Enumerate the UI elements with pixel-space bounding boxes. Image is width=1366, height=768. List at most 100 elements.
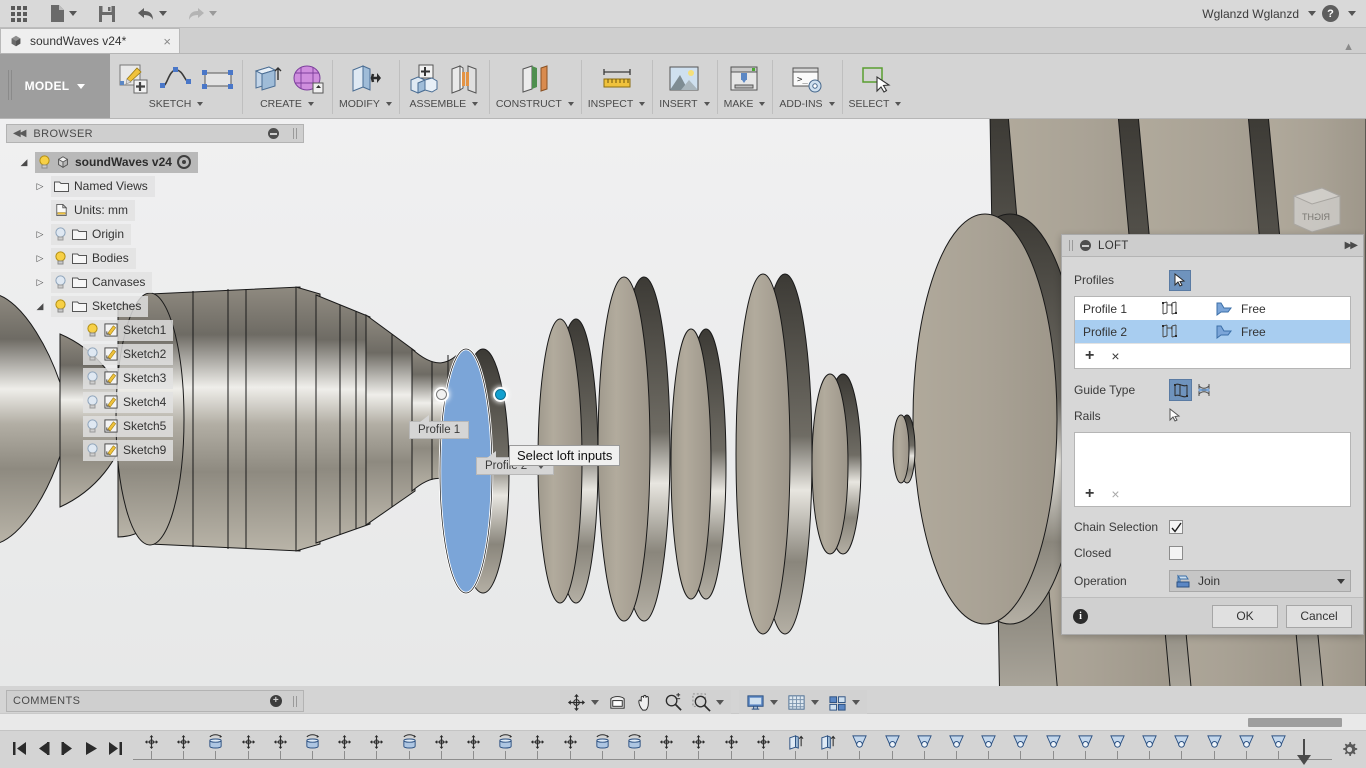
tree-item-sketch1[interactable]: Sketch1 — [6, 318, 304, 342]
tree-item-root[interactable]: ◢ soundWaves v24 — [6, 150, 304, 174]
spline-icon[interactable] — [159, 62, 193, 96]
timeline-feature[interactable] — [1206, 734, 1223, 760]
guide-type-centerline-button[interactable] — [1192, 379, 1215, 401]
lightbulb-off-icon[interactable] — [86, 443, 99, 457]
cancel-button[interactable]: Cancel — [1286, 604, 1352, 628]
closed-checkbox[interactable] — [1169, 546, 1183, 560]
skip-start-button[interactable] — [12, 741, 27, 759]
timeline-feature[interactable] — [658, 734, 675, 760]
profiles-list-row-0[interactable]: Profile 1 Free — [1075, 297, 1350, 320]
ribbon-group-label[interactable]: MAKE — [724, 98, 766, 110]
lightbulb-off-icon[interactable] — [54, 227, 67, 241]
create-form-icon[interactable] — [291, 62, 325, 96]
panel-grip[interactable] — [293, 128, 297, 139]
step-back-button[interactable] — [36, 741, 51, 759]
ribbon-group-label[interactable]: CREATE — [260, 98, 314, 110]
expanded-twisty-icon[interactable]: ◢ — [18, 157, 30, 168]
orbit-button[interactable] — [564, 691, 602, 713]
timeline-feature[interactable] — [787, 734, 804, 760]
play-button[interactable] — [84, 741, 99, 759]
timeline-feature[interactable] — [336, 734, 353, 760]
timeline-feature[interactable] — [1173, 734, 1190, 760]
viewcube[interactable]: RIGHT — [1288, 182, 1346, 240]
timeline-feature[interactable] — [465, 734, 482, 760]
timeline-feature[interactable] — [851, 734, 868, 760]
profiles-select-button[interactable] — [1169, 269, 1191, 291]
measure-icon[interactable] — [600, 62, 634, 96]
timeline-feature[interactable] — [755, 734, 772, 760]
tree-item-bodies[interactable]: ▷ Bodies — [6, 246, 304, 270]
workspace-switcher[interactable]: MODEL — [0, 54, 110, 118]
ribbon-group-label[interactable]: ADD-INS — [779, 98, 835, 110]
timeline-feature[interactable] — [1270, 734, 1287, 760]
tree-item-sketch5[interactable]: Sketch5 — [6, 414, 304, 438]
timeline-feature[interactable] — [690, 734, 707, 760]
chevron-down-icon[interactable] — [852, 699, 860, 705]
rails-list[interactable]: + × — [1074, 432, 1351, 507]
timeline-feature[interactable] — [433, 734, 450, 760]
help-icon[interactable]: ? — [1322, 5, 1339, 22]
new-file-button[interactable] — [38, 0, 88, 28]
timeline-feature[interactable] — [1109, 734, 1126, 760]
display-settings-button[interactable] — [743, 691, 781, 713]
rectangle-icon[interactable] — [201, 62, 235, 96]
create-sketch-icon[interactable] — [117, 62, 151, 96]
timeline-feature[interactable] — [368, 734, 385, 760]
lightbulb-off-icon[interactable] — [86, 347, 99, 361]
timeline-feature[interactable] — [980, 734, 997, 760]
remove-profile-button[interactable]: × — [1111, 349, 1119, 363]
lightbulb-off-icon[interactable] — [86, 395, 99, 409]
lightbulb-off-icon[interactable] — [86, 371, 99, 385]
chain-selection-checkbox[interactable] — [1169, 520, 1183, 534]
new-component-icon[interactable] — [406, 62, 440, 96]
remove-rail-button[interactable]: × — [1111, 487, 1119, 501]
timeline-feature[interactable] — [1077, 734, 1094, 760]
zoom-window-button[interactable] — [689, 691, 727, 713]
timeline-feature[interactable] — [626, 734, 643, 760]
ribbon-group-label[interactable]: ASSEMBLE — [410, 98, 479, 110]
profile-continuity-icon[interactable] — [1185, 302, 1241, 316]
profile-continuity-icon[interactable] — [1185, 325, 1241, 339]
tree-item-origin[interactable]: ▷ Origin — [6, 222, 304, 246]
tree-item-units-mm[interactable]: Units: mm — [6, 198, 304, 222]
timeline-track[interactable] — [133, 731, 1332, 768]
offset-plane-icon[interactable] — [518, 62, 552, 96]
ok-button[interactable]: OK — [1212, 604, 1278, 628]
undo-button[interactable] — [126, 0, 176, 28]
collapsed-twisty-icon[interactable]: ▷ — [34, 253, 46, 264]
redo-button[interactable] — [176, 0, 226, 28]
dialog-grip[interactable] — [1069, 240, 1073, 251]
timeline-feature[interactable] — [240, 734, 257, 760]
collapsed-twisty-icon[interactable]: ▷ — [34, 229, 46, 240]
chevron-down-icon[interactable] — [591, 699, 599, 705]
timeline-feature[interactable] — [272, 734, 289, 760]
tree-item-sketch4[interactable]: Sketch4 — [6, 390, 304, 414]
scripts-addins-icon[interactable]: >_ — [790, 62, 824, 96]
timeline-feature[interactable] — [562, 734, 579, 760]
lightbulb-on-icon[interactable] — [86, 323, 99, 337]
guide-type-rails-button[interactable] — [1169, 379, 1192, 401]
lightbulb-off-icon[interactable] — [54, 275, 67, 289]
tree-item-sketch2[interactable]: Sketch2 — [6, 342, 304, 366]
profile-2-point[interactable] — [495, 389, 506, 400]
timeline-scroll-strip[interactable] — [0, 713, 1366, 731]
ribbon-group-label[interactable]: SELECT — [849, 98, 902, 110]
loft-dialog-titlebar[interactable]: LOFT ▶▶ — [1062, 235, 1363, 257]
app-grid-button[interactable] — [0, 0, 38, 28]
timeline-settings-button[interactable] — [1332, 741, 1366, 758]
viewports-button[interactable] — [825, 691, 863, 713]
skip-end-button[interactable] — [108, 741, 123, 759]
timeline-feature[interactable] — [1141, 734, 1158, 760]
lightbulb-off-icon[interactable] — [86, 419, 99, 433]
lightbulb-on-icon[interactable] — [54, 251, 67, 265]
add-rail-button[interactable]: + — [1085, 485, 1094, 502]
look-at-button[interactable] — [605, 691, 630, 713]
add-comment-button[interactable]: + — [270, 695, 282, 707]
comments-panel[interactable]: COMMENTS + — [6, 690, 304, 712]
tree-item-canvases[interactable]: ▷ Canvases — [6, 270, 304, 294]
timeline-feature[interactable] — [175, 734, 192, 760]
collapsed-twisty-icon[interactable]: ▷ — [34, 277, 46, 288]
profile-1-label[interactable]: Profile 1 — [409, 415, 470, 439]
tree-item-sketch9[interactable]: Sketch9 — [6, 438, 304, 462]
save-button[interactable] — [88, 0, 126, 28]
